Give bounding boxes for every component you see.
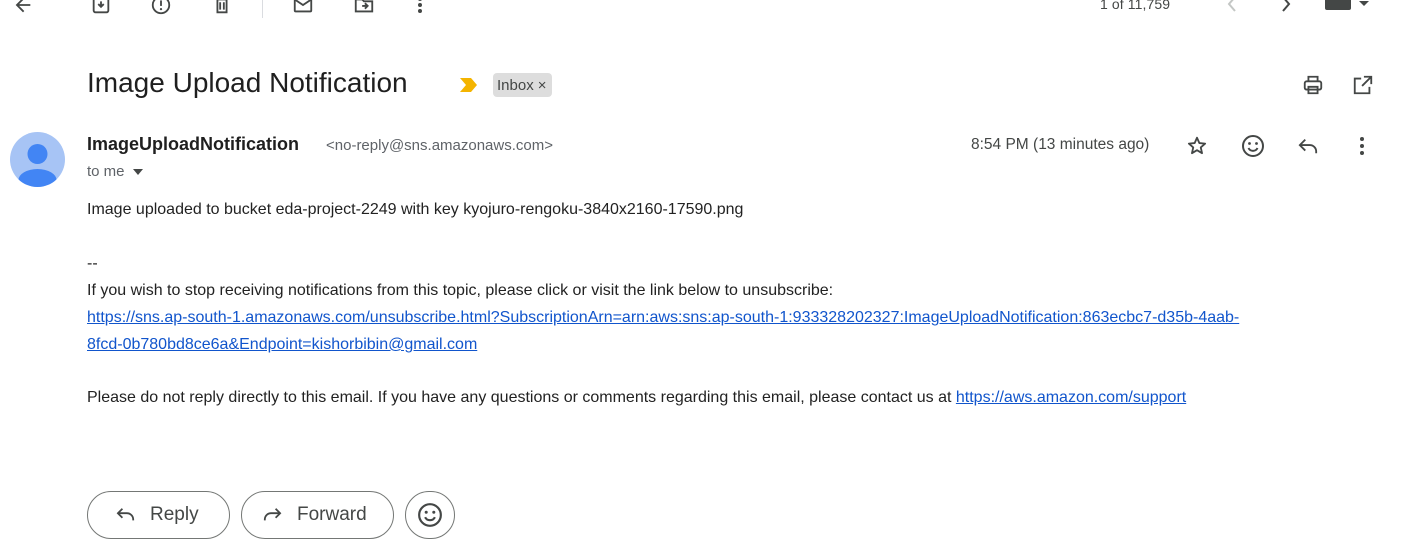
chevron-right-icon[interactable] — [1274, 0, 1298, 16]
label-chip-text: Inbox — [497, 76, 534, 94]
sender-avatar[interactable] — [10, 132, 65, 187]
more-options-icon[interactable] — [1350, 134, 1374, 158]
toolbar-divider — [262, 0, 263, 18]
archive-icon[interactable] — [88, 0, 114, 18]
label-chip-inbox: Inbox × — [493, 73, 553, 97]
reply-arrow-icon — [116, 508, 135, 521]
email-subject: Image Upload Notification — [87, 67, 408, 98]
remove-label-button[interactable]: × — [538, 77, 547, 94]
sender-email: <no-reply@sns.amazonaws.com> — [326, 137, 553, 154]
forward-button[interactable]: Forward — [241, 491, 394, 539]
mark-unread-icon[interactable] — [290, 0, 316, 18]
emoji-reaction-button[interactable] — [405, 491, 455, 539]
forward-arrow-icon — [263, 508, 282, 521]
report-spam-icon[interactable] — [148, 0, 174, 18]
reply-icon[interactable] — [1295, 134, 1320, 158]
back-arrow-icon[interactable] — [10, 0, 36, 18]
move-to-icon[interactable] — [351, 0, 377, 18]
more-vert-icon[interactable] — [407, 0, 433, 18]
unsubscribe-link-line1[interactable]: https://sns.ap-south-1.amazonaws.com/uns… — [87, 304, 1239, 331]
body-separator: -- — [87, 255, 98, 272]
dropdown-arrow-icon — [132, 168, 143, 175]
reply-button-label: Reply — [150, 504, 199, 525]
sender-name[interactable]: ImageUploadNotification — [87, 134, 299, 155]
body-footer-text: Please do not reply directly to this ema… — [87, 389, 956, 406]
delete-icon[interactable] — [209, 0, 235, 18]
email-timestamp: 8:54 PM (13 minutes ago) — [971, 136, 1150, 153]
keyboard-icon[interactable] — [1322, 0, 1372, 16]
forward-button-label: Forward — [297, 504, 367, 525]
body-footer: Please do not reply directly to this ema… — [87, 384, 1186, 411]
print-icon[interactable] — [1300, 72, 1326, 98]
important-marker-icon[interactable] — [457, 75, 479, 95]
body-unsubscribe-intro: If you wish to stop receiving notificati… — [87, 282, 834, 299]
recipient-details-toggle[interactable]: to me — [87, 163, 143, 180]
support-link[interactable]: https://aws.amazon.com/support — [956, 389, 1186, 406]
reply-button[interactable]: Reply — [87, 491, 230, 539]
chevron-left-icon[interactable] — [1220, 0, 1244, 16]
star-icon[interactable] — [1185, 134, 1209, 158]
smiley-icon — [418, 503, 442, 527]
open-in-new-window-icon[interactable] — [1350, 72, 1376, 98]
add-reaction-icon[interactable] — [1240, 133, 1265, 158]
person-icon — [18, 144, 57, 187]
unsubscribe-link-line2[interactable]: 8fcd-0b780bd8ce6a&Endpoint=kishorbibin@g… — [87, 331, 477, 358]
pagination-count: 1 of 11,759 — [1100, 0, 1171, 12]
recipient-label: to me — [87, 163, 125, 180]
body-line-upload: Image uploaded to bucket eda-project-224… — [87, 201, 744, 218]
